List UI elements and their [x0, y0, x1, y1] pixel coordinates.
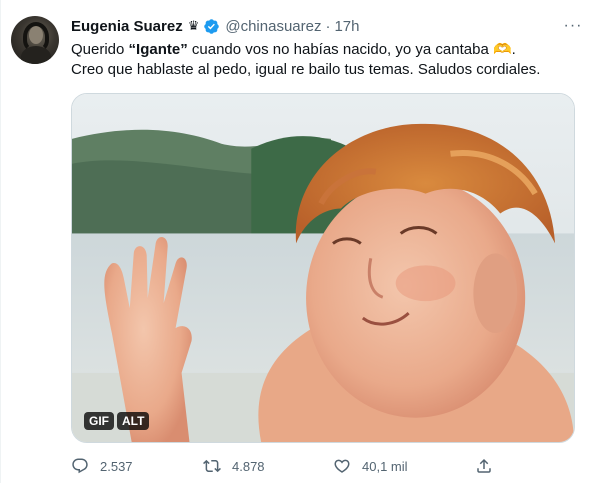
share-icon [477, 458, 491, 473]
reply-count: 2.537 [100, 458, 133, 474]
author-handle[interactable]: @chinasuarez [225, 18, 321, 35]
tweet-text-part3: . [511, 41, 516, 58]
avatar-hair-shape [23, 22, 49, 52]
media-badges: GIF ALT [84, 412, 150, 430]
share-button[interactable] [475, 457, 493, 475]
crown-icon: ♛ [187, 18, 200, 33]
heart-hands-emoji-icon: 🫶 [492, 41, 512, 58]
retweet-icon [203, 459, 221, 473]
more-options-icon[interactable]: ··· [563, 16, 583, 36]
tweet-text-part2: cuando vos no habías nacido, yo ya canta… [187, 41, 493, 58]
header-separator: · [325, 17, 331, 35]
heart-icon [334, 459, 350, 473]
gif-frame-image [72, 94, 574, 442]
reply-icon [72, 458, 88, 474]
alt-text-badge[interactable]: ALT [117, 412, 150, 430]
tweet-header: Eugenia Suarez ♛ @chinasuarez · 17h [71, 16, 583, 36]
tweet-text-part1: Querido [71, 41, 129, 58]
tweet-card[interactable]: Eugenia Suarez ♛ @chinasuarez · 17h ··· … [0, 0, 597, 483]
like-count: 40,1 mil [362, 458, 408, 474]
retweet-button[interactable]: 4.878 [203, 457, 265, 475]
like-button[interactable]: 40,1 mil [333, 457, 408, 475]
tweet-text: Querido “Igante” cuando vos no habías na… [71, 40, 583, 80]
tweet-gif-media[interactable]: GIF ALT [71, 93, 575, 443]
avatar[interactable] [11, 16, 59, 64]
tweet-timestamp[interactable]: 17h [334, 18, 359, 35]
author-name[interactable]: Eugenia Suarez [71, 18, 183, 35]
tweet-actions-bar: 2.537 4.878 40,1 mil [71, 454, 501, 478]
reply-button[interactable]: 2.537 [71, 457, 133, 475]
verified-badge-icon [204, 18, 220, 34]
retweet-count: 4.878 [232, 458, 265, 474]
tweet-text-line1: Querido “Igante” cuando vos no habías na… [71, 40, 583, 60]
tweet-text-bold: “Igante” [128, 41, 188, 58]
tweet-text-line2: Creo que hablaste al pedo, igual re bail… [71, 61, 541, 78]
gif-badge[interactable]: GIF [84, 412, 114, 430]
